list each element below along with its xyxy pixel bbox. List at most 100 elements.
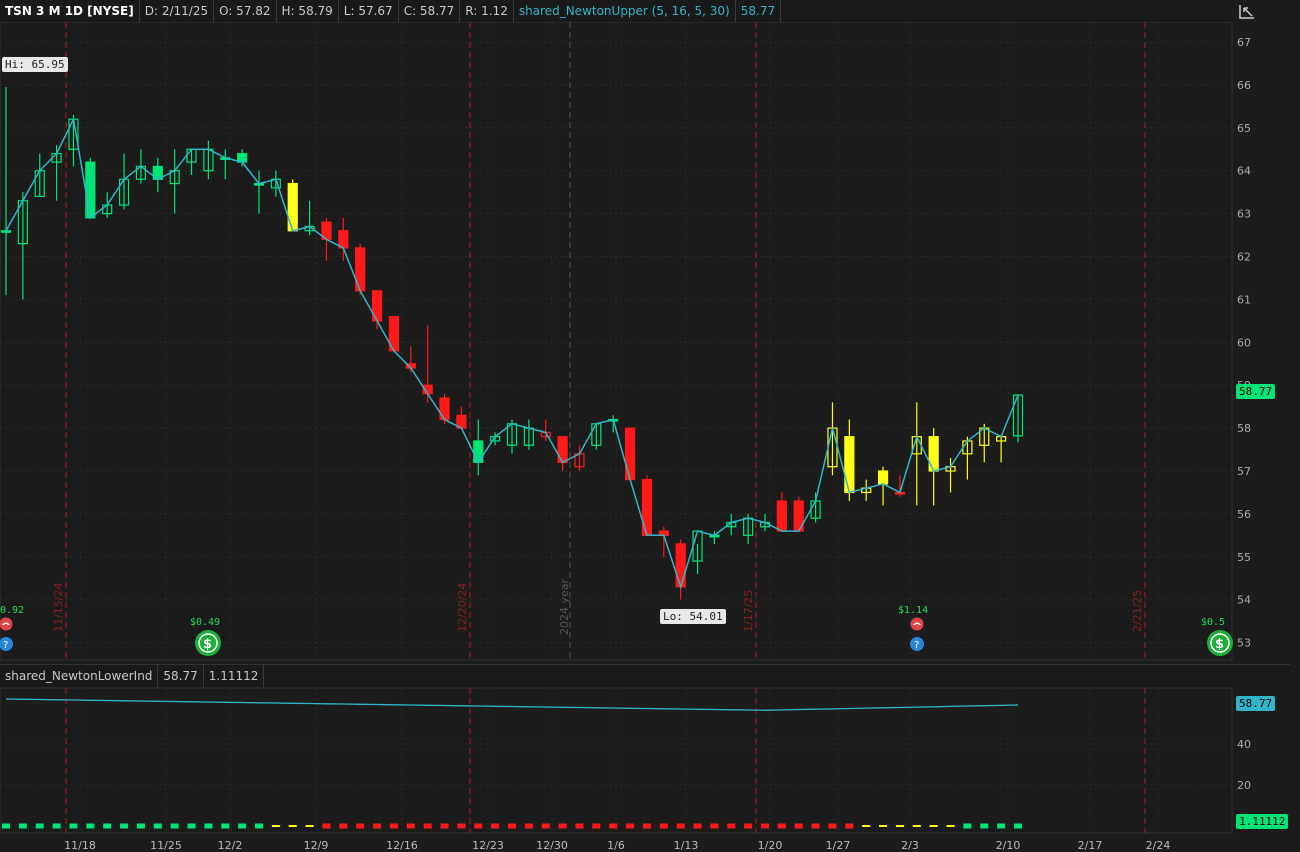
svg-text:?: ? bbox=[3, 640, 8, 651]
dividend-icon[interactable]: $ bbox=[194, 629, 222, 657]
lower-study-label[interactable]: shared_NewtonLowerInd bbox=[0, 665, 159, 687]
histogram-bar bbox=[828, 823, 837, 829]
histogram-bar bbox=[120, 823, 129, 829]
lower-value-2: 1.11112 bbox=[204, 665, 265, 687]
price-chart[interactable]: 11/15/24 12/20/24 1/17/25 2/21/252024 year … bbox=[0, 0, 1300, 852]
open-readout: O: 57.82 bbox=[214, 0, 277, 22]
x-tick-label: 2/3 bbox=[901, 839, 919, 852]
histogram-bar bbox=[35, 823, 44, 829]
histogram-bar bbox=[491, 823, 500, 829]
y-tick-label: 54 bbox=[1237, 594, 1251, 607]
dividend-icon[interactable]: $ bbox=[1206, 629, 1234, 657]
candle-body bbox=[0, 230, 12, 233]
x-tick-label: 12/30 bbox=[536, 839, 568, 852]
x-tick-label: 2/17 bbox=[1078, 839, 1103, 852]
lower-value-1: 58.77 bbox=[158, 665, 204, 687]
svg-text:$: $ bbox=[1215, 637, 1224, 652]
earnings-icon[interactable]: ? bbox=[0, 636, 14, 652]
histogram-bar bbox=[474, 823, 483, 829]
histogram-bar bbox=[963, 823, 972, 829]
date-marker-label: 11/15/24 bbox=[52, 583, 65, 632]
x-tick-label: 2/10 bbox=[996, 839, 1021, 852]
histogram-bar bbox=[592, 823, 601, 829]
histogram-bar bbox=[255, 823, 263, 829]
lower-study-header: shared_NewtonLowerInd 58.77 1.11112 bbox=[0, 664, 1290, 687]
chart-header: TSN 3 M 1D [NYSE] D: 2/11/25 O: 57.82 H:… bbox=[0, 0, 1232, 22]
date-marker-label: 1/17/25 bbox=[742, 590, 755, 632]
collapse-icon[interactable] bbox=[1238, 2, 1256, 20]
date-readout: D: 2/11/25 bbox=[140, 0, 215, 22]
histogram-bar bbox=[153, 823, 162, 829]
histogram-bar bbox=[423, 823, 432, 829]
histogram-bar bbox=[187, 823, 196, 829]
phone-icon[interactable] bbox=[0, 617, 14, 631]
y-tick-label: 60 bbox=[1237, 336, 1251, 349]
y-tick-label: 65 bbox=[1237, 122, 1251, 135]
candle-body bbox=[844, 436, 855, 494]
y-tick-label: 53 bbox=[1237, 637, 1251, 650]
study-value: 58.77 bbox=[736, 0, 782, 22]
high-readout: H: 58.79 bbox=[277, 0, 339, 22]
lower-study-line bbox=[5, 698, 1019, 711]
histogram-bar bbox=[980, 823, 989, 829]
histogram-bar bbox=[879, 825, 888, 827]
histogram-bar bbox=[271, 825, 280, 827]
x-tick-label: 1/20 bbox=[758, 839, 783, 852]
histogram-bar bbox=[558, 823, 567, 829]
x-tick-label: 11/18 bbox=[64, 839, 96, 852]
histogram-bar bbox=[575, 823, 584, 829]
histogram-bar bbox=[659, 823, 668, 829]
year-marker-label: 2024 year bbox=[558, 578, 571, 635]
y-tick-label: 55 bbox=[1237, 551, 1251, 564]
histogram-bar bbox=[389, 823, 398, 829]
histogram-bar bbox=[204, 823, 213, 829]
svg-text:$: $ bbox=[203, 637, 212, 652]
date-marker-label: 2/21/25 bbox=[1131, 590, 1144, 632]
x-tick-label: 12/2 bbox=[218, 839, 243, 852]
histogram-bar bbox=[693, 823, 702, 829]
histogram-bar bbox=[103, 823, 112, 829]
histogram-bar bbox=[373, 823, 382, 829]
y-tick-label: 57 bbox=[1237, 465, 1251, 478]
histogram-bar bbox=[946, 825, 955, 827]
event-label: $0.5 bbox=[1201, 617, 1226, 628]
x-tick-label: 11/25 bbox=[150, 839, 182, 852]
histogram-bar bbox=[777, 823, 786, 829]
candle-body bbox=[675, 543, 686, 588]
lower-bottom-tag: 1.11112 bbox=[1236, 814, 1289, 829]
histogram-bar bbox=[811, 823, 820, 829]
phone-icon[interactable] bbox=[908, 617, 926, 631]
candle-body bbox=[473, 440, 484, 464]
lower-top-tag: 58.77 bbox=[1236, 696, 1276, 711]
histogram-bar bbox=[929, 825, 938, 827]
histogram-bar bbox=[508, 823, 516, 829]
symbol-label[interactable]: TSN 3 M 1D [NYSE] bbox=[0, 0, 140, 22]
y-tick-label: 56 bbox=[1237, 508, 1251, 521]
y-tick-label: 62 bbox=[1237, 251, 1251, 264]
lower-scale-40: 40 bbox=[1237, 738, 1251, 751]
earnings-icon[interactable]: ? bbox=[908, 636, 926, 652]
svg-text:?: ? bbox=[914, 640, 919, 651]
histogram-bar bbox=[727, 823, 736, 829]
hi-label: Hi: 65.95 bbox=[2, 57, 68, 72]
histogram-bar bbox=[356, 823, 365, 829]
histogram-bar bbox=[18, 823, 27, 829]
histogram-bar bbox=[136, 823, 145, 829]
histogram-bar bbox=[406, 823, 415, 829]
histogram-bar bbox=[626, 823, 635, 829]
histogram-bar bbox=[676, 823, 685, 829]
histogram-bar bbox=[440, 823, 449, 829]
candle-body bbox=[338, 230, 349, 249]
candle-body bbox=[877, 470, 889, 485]
lo-label: Lo: 54.01 bbox=[660, 609, 726, 624]
y-tick-label: 64 bbox=[1237, 165, 1251, 178]
histogram-bar bbox=[642, 823, 651, 829]
study-label[interactable]: shared_NewtonUpper (5, 16, 5, 30) bbox=[514, 0, 736, 22]
event-label: $1.14 bbox=[898, 605, 929, 616]
histogram-bar bbox=[69, 823, 78, 829]
x-tick-label: 1/6 bbox=[607, 839, 625, 852]
histogram-bar bbox=[2, 823, 10, 829]
event-label: 0.92 bbox=[0, 605, 25, 616]
histogram-bar bbox=[170, 823, 179, 829]
histogram-bar bbox=[895, 825, 904, 827]
